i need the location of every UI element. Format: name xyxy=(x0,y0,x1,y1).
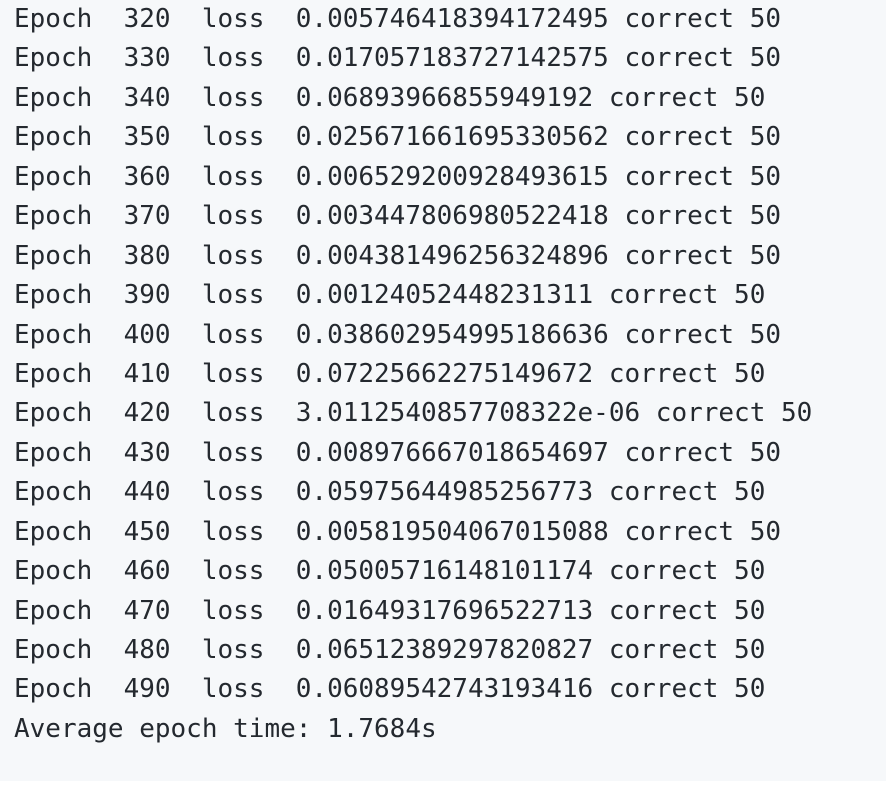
log-line: Epoch 370 loss 0.003447806980522418 corr… xyxy=(14,201,782,232)
summary-line: Average epoch time: 1.7684s xyxy=(14,713,437,744)
log-line: Epoch 410 loss 0.07225662275149672 corre… xyxy=(14,358,766,389)
log-line: Epoch 420 loss 3.0112540857708322e-06 co… xyxy=(14,398,813,429)
log-line: Epoch 440 loss 0.05975644985256773 corre… xyxy=(14,477,766,508)
log-line: Epoch 360 loss 0.006529200928493615 corr… xyxy=(14,161,782,192)
log-line: Epoch 330 loss 0.017057183727142575 corr… xyxy=(14,43,782,74)
cell-output-panel: Epoch 320 loss 0.005746418394172495 corr… xyxy=(0,0,886,781)
log-line: Epoch 470 loss 0.01649317696522713 corre… xyxy=(14,595,766,626)
log-line: Epoch 430 loss 0.008976667018654697 corr… xyxy=(14,437,782,468)
training-log: Epoch 320 loss 0.005746418394172495 corr… xyxy=(14,0,812,749)
log-line: Epoch 340 loss 0.06893966855949192 corre… xyxy=(14,82,766,113)
log-line: Epoch 450 loss 0.005819504067015088 corr… xyxy=(14,516,782,547)
log-line: Epoch 490 loss 0.06089542743193416 corre… xyxy=(14,674,766,705)
log-line: Epoch 460 loss 0.05005716148101174 corre… xyxy=(14,556,766,587)
log-line: Epoch 380 loss 0.004381496256324896 corr… xyxy=(14,240,782,271)
log-line: Epoch 480 loss 0.06512389297820827 corre… xyxy=(14,635,766,665)
log-line: Epoch 350 loss 0.025671661695330562 corr… xyxy=(14,122,782,153)
log-line: Epoch 320 loss 0.005746418394172495 corr… xyxy=(14,4,782,34)
log-line: Epoch 400 loss 0.038602954995186636 corr… xyxy=(14,319,782,350)
log-line: Epoch 390 loss 0.00124052448231311 corre… xyxy=(14,280,766,311)
